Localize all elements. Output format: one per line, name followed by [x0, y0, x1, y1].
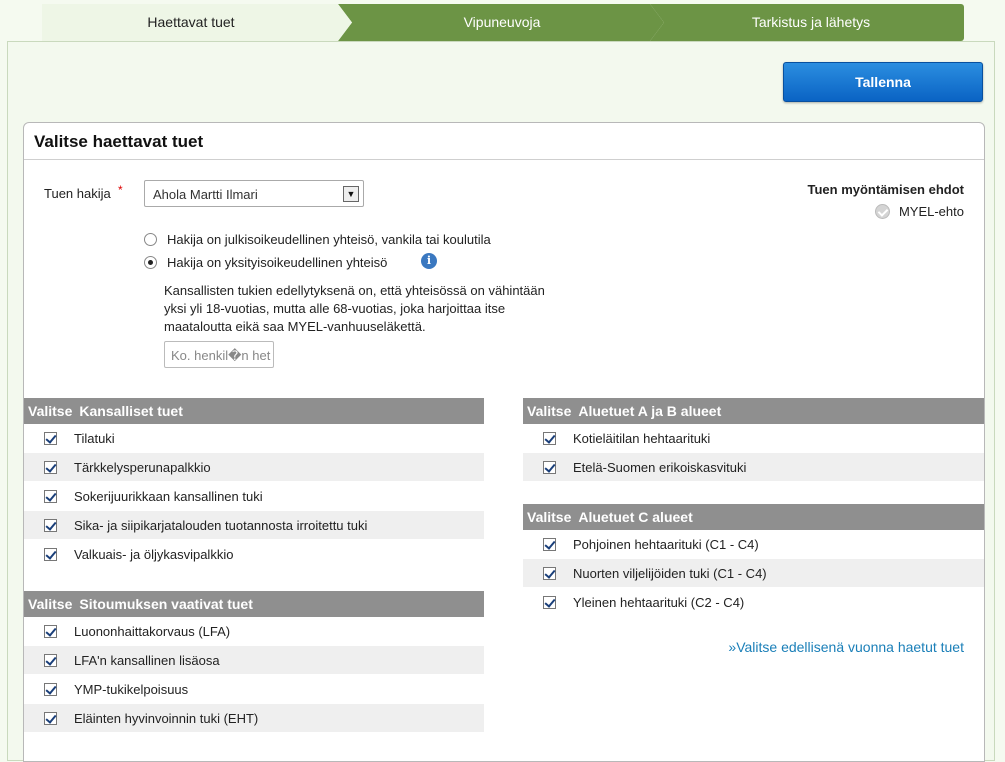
item-label: Luononhaittakorvaus (LFA)	[74, 623, 231, 639]
section-title: Kansalliset tuet	[79, 403, 183, 419]
radio-button[interactable]	[144, 256, 157, 269]
checkbox[interactable]	[44, 653, 57, 667]
section-title: Aluetuet A ja B alueet	[578, 403, 722, 419]
list-item[interactable]: Etelä-Suomen erikoiskasvituki	[523, 453, 984, 482]
section-header: Valitse Sitoumuksen vaativat tuet	[24, 591, 484, 617]
list-item[interactable]: LFA'n kansallinen lisäosa	[24, 646, 484, 675]
select-all-link[interactable]: Valitse	[527, 509, 571, 525]
help-text: Kansallisten tukien edellytyksenä on, et…	[164, 283, 545, 334]
required-mark: *	[118, 183, 123, 197]
item-label: Sokerijuurikkaan kansallinen tuki	[74, 488, 263, 504]
item-label: Tärkkelysperunapalkkio	[74, 459, 211, 475]
radio-label: Hakija on julkisoikeudellinen yhteisö, v…	[167, 232, 491, 247]
save-button[interactable]: Tallenna	[783, 62, 983, 102]
section-aluetuet-ab: Valitse Aluetuet A ja B alueet Kotieläit…	[523, 398, 984, 482]
item-label: Tilatuki	[74, 430, 115, 446]
item-label: YMP-tukikelpoisuus	[74, 681, 189, 697]
list-item[interactable]: Sokerijuurikkaan kansallinen tuki	[24, 482, 484, 511]
check-circle-icon	[874, 204, 890, 219]
wizard-steps: Haettavat tuet Vipuneuvoja Tarkistus ja …	[42, 4, 964, 41]
checkbox[interactable]	[543, 595, 556, 609]
list-item[interactable]: Tilatuki	[24, 424, 484, 453]
checkbox[interactable]	[44, 431, 57, 445]
list-item[interactable]: Valkuais- ja öljykasvipalkkio	[24, 540, 484, 569]
checkbox[interactable]	[44, 547, 57, 561]
checkbox[interactable]	[44, 489, 57, 503]
section-kansalliset: Valitse Kansalliset tuet Tilatuki Tärkke…	[24, 398, 484, 569]
step-tarkistus[interactable]: Tarkistus ja lähetys	[650, 4, 964, 41]
checkbox[interactable]	[543, 566, 556, 580]
section-title: Aluetuet C alueet	[578, 509, 693, 525]
condition-label: MYEL-ehto	[898, 204, 964, 219]
checkbox[interactable]	[543, 537, 556, 551]
list-item[interactable]: Eläinten hyvinvoinnin tuki (EHT)	[24, 704, 484, 733]
applicant-label: Tuen hakija	[44, 186, 111, 201]
section-header: Valitse Kansalliset tuet	[24, 398, 484, 424]
applicant-select[interactable]: Ahola Martti Ilmari ▼	[144, 180, 364, 207]
conditions-title: Tuen myöntämisen ehdot	[807, 182, 965, 197]
radio-public-entity[interactable]: Hakija on julkisoikeudellinen yhteisö, v…	[144, 232, 491, 247]
previous-year-link[interactable]: »Valitse edellisenä vuonna haetut tuet	[728, 639, 964, 655]
list-item[interactable]: Sika- ja siipikarjatalouden tuotannosta …	[24, 511, 484, 540]
item-label: Valkuais- ja öljykasvipalkkio	[74, 546, 234, 562]
checkbox[interactable]	[543, 431, 556, 445]
section-sitoumus: Valitse Sitoumuksen vaativat tuet Luonon…	[24, 591, 484, 733]
info-icon[interactable]: i	[421, 253, 437, 269]
step-vipuneuvoja[interactable]: Vipuneuvoja	[338, 4, 664, 41]
radio-button[interactable]	[144, 233, 157, 246]
list-item[interactable]: Kotieläitilan hehtaarituki	[523, 424, 984, 453]
item-label: Pohjoinen hehtaarituki (C1 - C4)	[573, 536, 759, 552]
item-label: Eläinten hyvinvoinnin tuki (EHT)	[74, 710, 259, 726]
select-all-link[interactable]: Valitse	[28, 403, 72, 419]
section-header: Valitse Aluetuet A ja B alueet	[523, 398, 984, 424]
hetu-input[interactable]: Ko. henkil�n het	[164, 341, 274, 368]
checkbox[interactable]	[44, 711, 57, 725]
item-label: Etelä-Suomen erikoiskasvituki	[573, 459, 747, 475]
list-item[interactable]: Nuorten viljelijöiden tuki (C1 - C4)	[523, 559, 984, 588]
checkbox[interactable]	[44, 460, 57, 474]
list-item[interactable]: Yleinen hehtaarituki (C2 - C4)	[523, 588, 984, 617]
step-label: Tarkistus ja lähetys	[751, 14, 871, 30]
list-item[interactable]: Pohjoinen hehtaarituki (C1 - C4)	[523, 530, 984, 559]
dropdown-arrow-icon[interactable]: ▼	[343, 186, 359, 202]
step-label: Vipuneuvoja	[463, 14, 541, 30]
checkbox[interactable]	[44, 624, 57, 638]
item-label: Kotieläitilan hehtaarituki	[573, 430, 711, 446]
panel-title: Valitse haettavat tuet	[24, 123, 984, 160]
step-label: Haettavat tuet	[147, 14, 235, 30]
checkbox[interactable]	[44, 518, 57, 532]
section-header: Valitse Aluetuet C alueet	[523, 504, 984, 530]
item-label: Sika- ja siipikarjatalouden tuotannosta …	[74, 517, 368, 533]
list-item[interactable]: Luononhaittakorvaus (LFA)	[24, 617, 484, 646]
select-all-link[interactable]: Valitse	[28, 596, 72, 612]
section-title: Sitoumuksen vaativat tuet	[79, 596, 253, 612]
select-all-link[interactable]: Valitse	[527, 403, 571, 419]
item-label: Nuorten viljelijöiden tuki (C1 - C4)	[573, 565, 767, 581]
item-label: Yleinen hehtaarituki (C2 - C4)	[573, 594, 745, 610]
item-label: LFA'n kansallinen lisäosa	[74, 652, 220, 668]
list-item[interactable]: Tärkkelysperunapalkkio	[24, 453, 484, 482]
radio-private-entity[interactable]: Hakija on yksityisoikeudellinen yhteisö	[144, 255, 387, 270]
checkbox[interactable]	[44, 682, 57, 696]
radio-label: Hakija on yksityisoikeudellinen yhteisö	[167, 255, 388, 270]
list-item[interactable]: YMP-tukikelpoisuus	[24, 675, 484, 704]
condition-myel: MYEL-ehto	[874, 204, 964, 219]
checkbox[interactable]	[543, 460, 556, 474]
applicant-selected-value: Ahola Martti Ilmari	[153, 187, 258, 202]
step-haettavat-tuet[interactable]: Haettavat tuet	[42, 4, 352, 41]
section-aluetuet-c: Valitse Aluetuet C alueet Pohjoinen heht…	[523, 504, 984, 617]
